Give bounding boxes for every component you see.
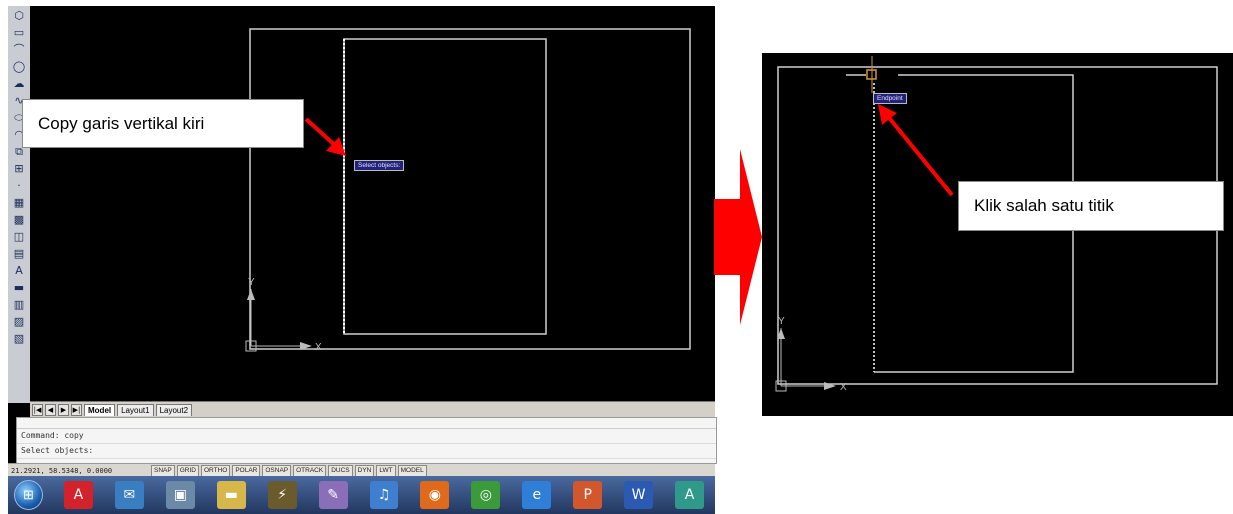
command-prompt-line[interactable]: Select objects: <box>17 444 716 459</box>
internet-explorer-icon[interactable]: e <box>522 481 552 509</box>
point-icon[interactable]: · <box>12 178 27 193</box>
rectangle-icon[interactable]: ▭ <box>12 25 27 40</box>
winamp-icon[interactable]: ⚡ <box>267 481 297 509</box>
ucs-x-label: X <box>315 342 322 353</box>
ucs-y-label-right: Y <box>778 316 785 327</box>
right-autocad-screenshot: Y X <box>762 53 1233 416</box>
command-history-blank <box>17 418 716 429</box>
status-toggle-model[interactable]: MODEL <box>397 464 427 477</box>
revision-cloud-icon[interactable]: ☁ <box>12 76 27 91</box>
tab-model[interactable]: Model <box>84 403 116 416</box>
sheet-icon[interactable]: ▬ <box>12 280 27 295</box>
multiline-text-icon[interactable]: A <box>12 263 27 278</box>
status-toggle-grid[interactable]: GRID <box>176 464 199 477</box>
command-history-line: Command: copy <box>17 429 716 444</box>
status-toggle-polar[interactable]: POLAR <box>232 464 261 477</box>
coordinate-readout: 21.2921, 58.5348, 0.0000 <box>11 466 113 475</box>
powerpoint-icon[interactable]: P <box>573 481 603 509</box>
left-autocad-screenshot: ⬡ ▭ ⌒ ◯ ☁ ∿ ⬭ ◠ ⧉ ⊞ · ▦ ▩ ◫ ▤ A ▬ ▥ ▨ ▧ Y X |◀ ◀ ▶ ▶| Model Layo… <box>8 6 717 514</box>
paint-icon[interactable]: ✎ <box>318 481 348 509</box>
make-block-icon[interactable]: ⊞ <box>12 161 27 176</box>
drawing-area-left[interactable]: Y X <box>30 6 715 401</box>
first-tab-nav-icon[interactable]: |◀ <box>32 403 43 416</box>
select-objects-tooltip: Select objects: <box>354 160 405 171</box>
tab-layout1[interactable]: Layout1 <box>117 403 154 416</box>
windows-taskbar: ⊞ A ✉ ▣ ▬ ⚡ ✎ ♫ ◉ ◎ e P W A <box>8 476 715 514</box>
next-tab-nav-icon[interactable]: ▶ <box>58 403 69 416</box>
status-toggle-ducs[interactable]: DUCS <box>328 464 353 477</box>
messenger-icon[interactable]: ✉ <box>114 481 144 509</box>
folder-icon[interactable]: ▬ <box>216 481 246 509</box>
big-right-arrow-icon <box>714 149 762 325</box>
endpoint-snap-tooltip: Endpoint <box>873 93 907 104</box>
status-toggle-otrack[interactable]: OTRACK <box>293 464 327 477</box>
tab-layout2[interactable]: Layout2 <box>155 403 193 416</box>
itunes-icon[interactable]: ♫ <box>369 481 399 509</box>
image-icon[interactable]: ▨ <box>12 314 27 329</box>
chrome-icon[interactable]: ◎ <box>471 481 501 509</box>
word-icon[interactable]: W <box>624 481 654 509</box>
ucs-icon: Y X <box>245 277 322 353</box>
ucs-x-label-right: X <box>840 382 847 393</box>
status-toggle-lwt[interactable]: LWT <box>376 464 396 477</box>
status-toggle-snap[interactable]: SNAP <box>151 464 175 477</box>
ucs-y-label: Y <box>248 277 255 288</box>
ucs-icon-right: Y X <box>775 316 847 393</box>
drawing-canvas-right[interactable]: Y X <box>762 53 1233 416</box>
region-icon[interactable]: ◫ <box>12 229 27 244</box>
table-icon[interactable]: ▤ <box>12 246 27 261</box>
autocad-icon[interactable]: A <box>675 481 704 509</box>
outer-rectangle[interactable] <box>249 28 691 350</box>
command-window[interactable]: Command: copy Select objects: <box>16 417 717 464</box>
gradient-icon[interactable]: ▩ <box>12 212 27 227</box>
hatch-icon[interactable]: ▦ <box>12 195 27 210</box>
circle-icon[interactable]: ◯ <box>12 59 27 74</box>
acrobat-icon[interactable]: A <box>64 481 93 509</box>
draw-toolbar: ⬡ ▭ ⌒ ◯ ☁ ∿ ⬭ ◠ ⧉ ⊞ · ▦ ▩ ◫ ▤ A ▬ ▥ ▨ ▧ <box>8 6 31 403</box>
status-toggle-osnap[interactable]: OSNAP <box>262 464 292 477</box>
windows-start-icon[interactable]: ⊞ <box>14 480 43 510</box>
arc-icon[interactable]: ⌒ <box>12 42 27 57</box>
drawing-canvas-left[interactable]: Y X <box>30 6 715 401</box>
status-toggle-ortho[interactable]: ORTHO <box>200 464 231 477</box>
layer-icon[interactable]: ▥ <box>12 297 27 312</box>
inner-rectangle[interactable] <box>343 38 547 335</box>
polygon-icon[interactable]: ⬡ <box>12 8 27 23</box>
toolbar-icon[interactable]: ▧ <box>12 331 27 346</box>
firefox-icon[interactable]: ◉ <box>420 481 450 509</box>
layout-tabs-bar: |◀ ◀ ▶ ▶| Model Layout1 Layout2 <box>30 401 715 417</box>
callout-click-a-point: Klik salah satu titik <box>958 181 1224 231</box>
explorer-files-icon[interactable]: ▣ <box>165 481 195 509</box>
callout-copy-left-vertical-line: Copy garis vertikal kiri <box>22 99 304 148</box>
last-tab-nav-icon[interactable]: ▶| <box>71 403 82 416</box>
status-bar: 21.2921, 58.5348, 0.0000 SNAP GRID ORTHO PO… <box>8 463 715 477</box>
status-toggle-dyn[interactable]: DYN <box>354 464 375 477</box>
prev-tab-nav-icon[interactable]: ◀ <box>45 403 56 416</box>
